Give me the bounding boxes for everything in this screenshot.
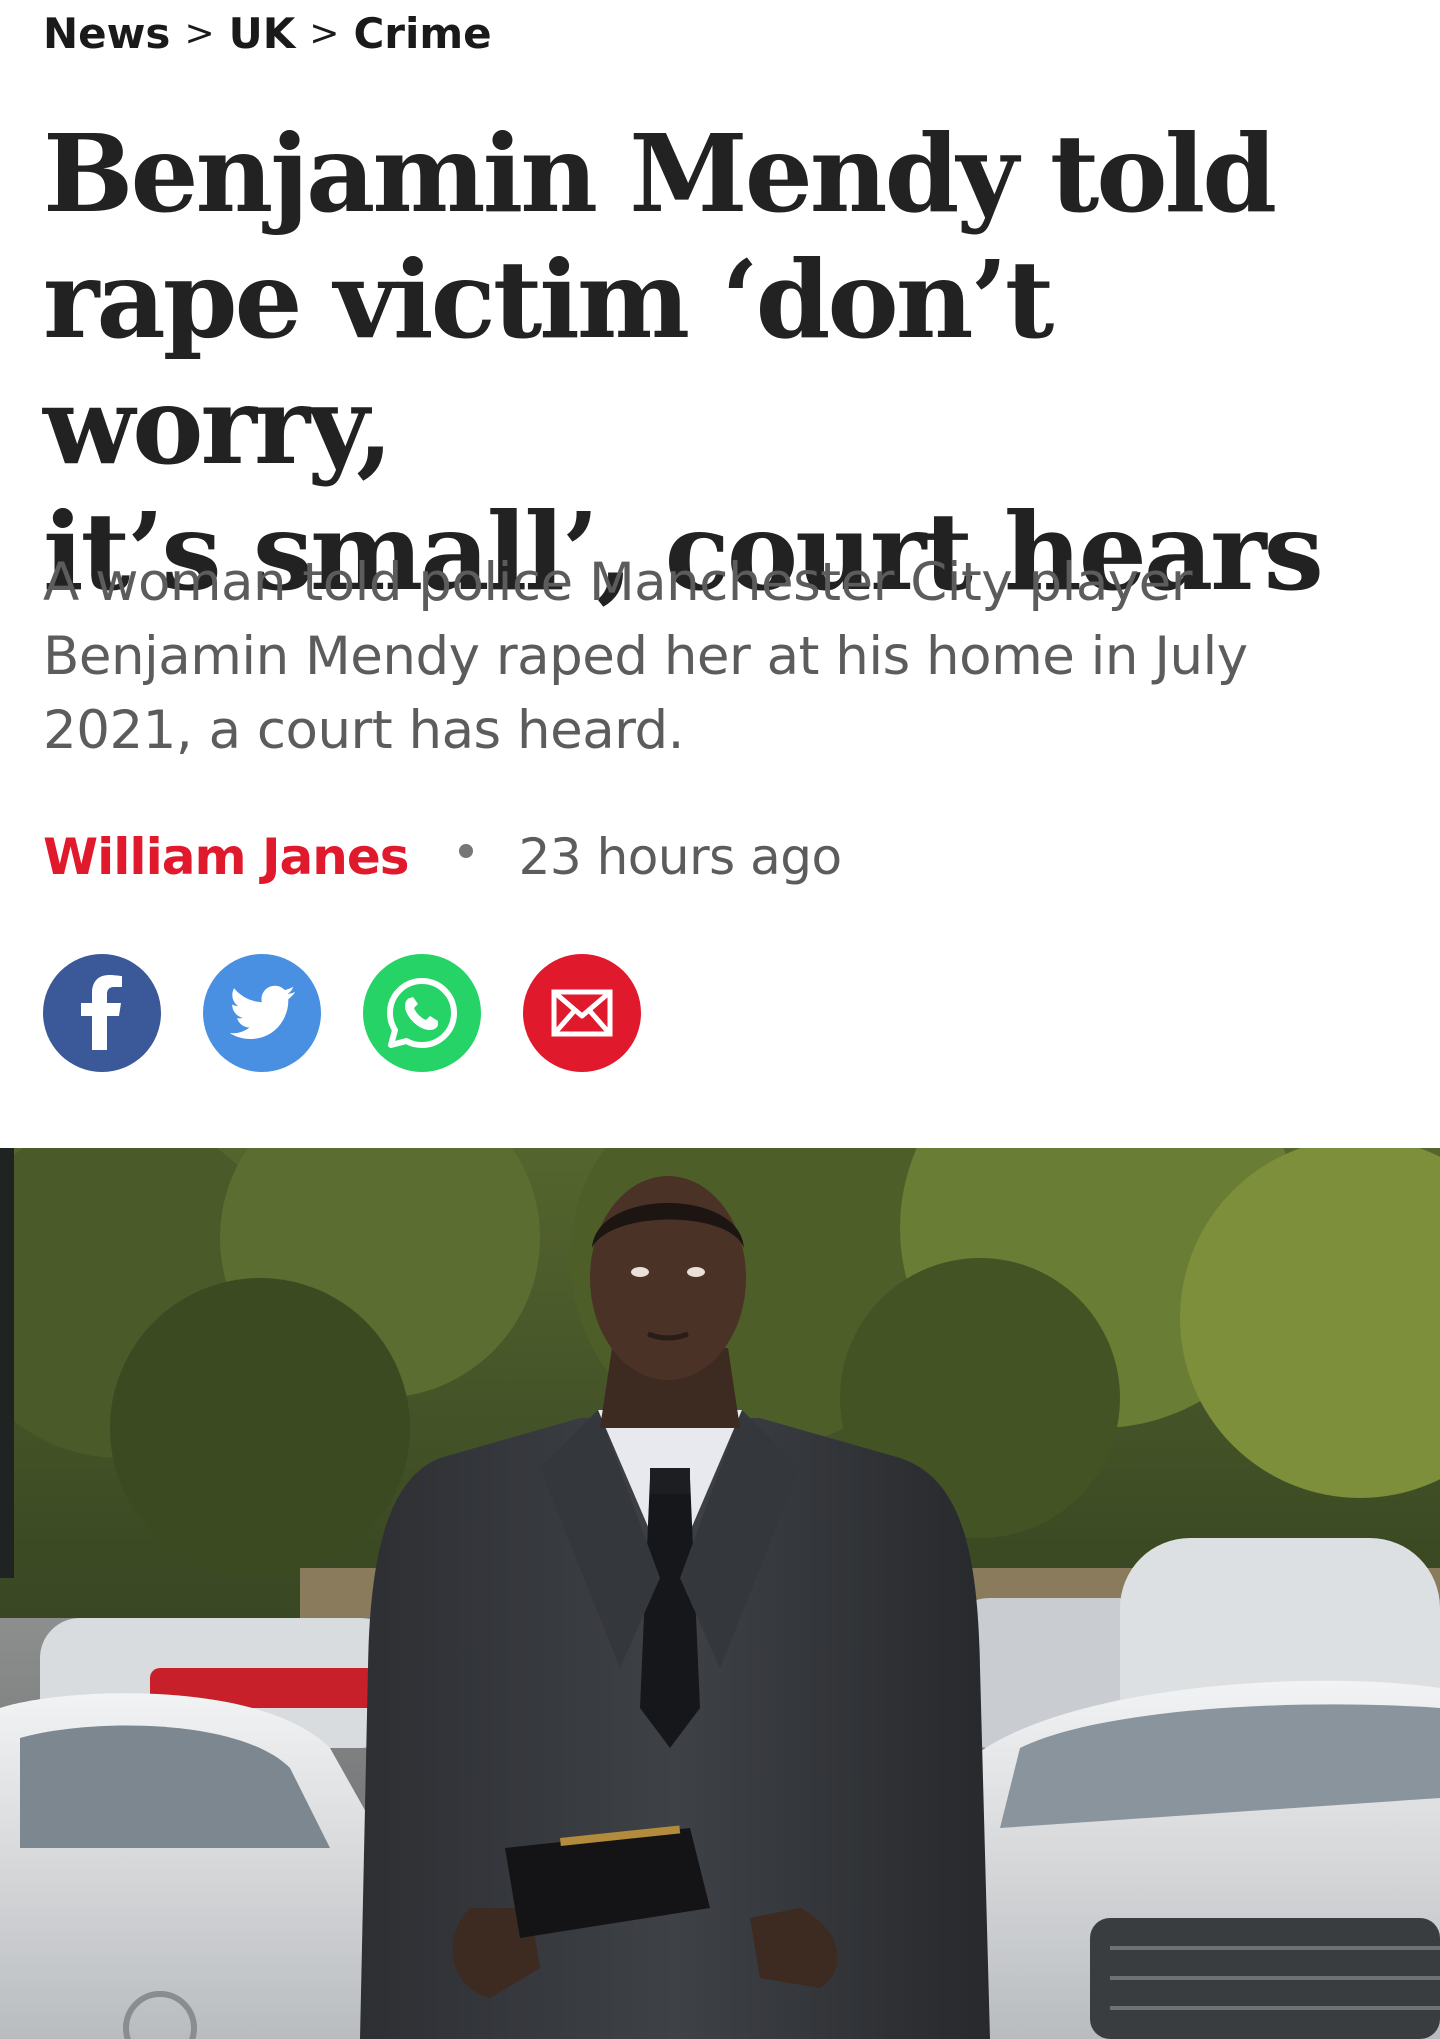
headline-line: Benjamin Mendy told <box>43 112 1277 237</box>
share-facebook-button[interactable] <box>43 954 161 1072</box>
article-headline: Benjamin Mendy told rape victim ‘don’t w… <box>43 112 1383 616</box>
publish-time: 23 hours ago <box>518 828 842 886</box>
share-email-button[interactable] <box>523 954 641 1072</box>
article-standfirst: A woman told police Manchester City play… <box>43 552 1248 761</box>
hero-image <box>0 1148 1440 2039</box>
breadcrumb-separator: > <box>184 13 215 54</box>
share-twitter-button[interactable] <box>203 954 321 1072</box>
twitter-icon <box>229 985 295 1039</box>
share-whatsapp-button[interactable] <box>363 954 481 1072</box>
whatsapp-icon <box>387 978 457 1048</box>
breadcrumb-separator: > <box>309 13 340 54</box>
share-bar <box>43 954 641 1072</box>
breadcrumb-crime[interactable]: Crime <box>353 6 491 62</box>
breadcrumb-uk[interactable]: UK <box>229 6 296 62</box>
byline-separator-dot <box>458 844 473 858</box>
byline: William Janes 23 hours ago <box>43 822 842 892</box>
email-icon <box>551 989 613 1037</box>
breadcrumb: News > UK > Crime <box>43 6 492 62</box>
author-link[interactable]: William Janes <box>43 828 410 886</box>
facebook-icon <box>81 975 122 1050</box>
hero-photo <box>0 1148 1440 2039</box>
headline-line: rape victim ‘don’t worry, <box>43 238 1054 489</box>
breadcrumb-news[interactable]: News <box>43 6 170 62</box>
